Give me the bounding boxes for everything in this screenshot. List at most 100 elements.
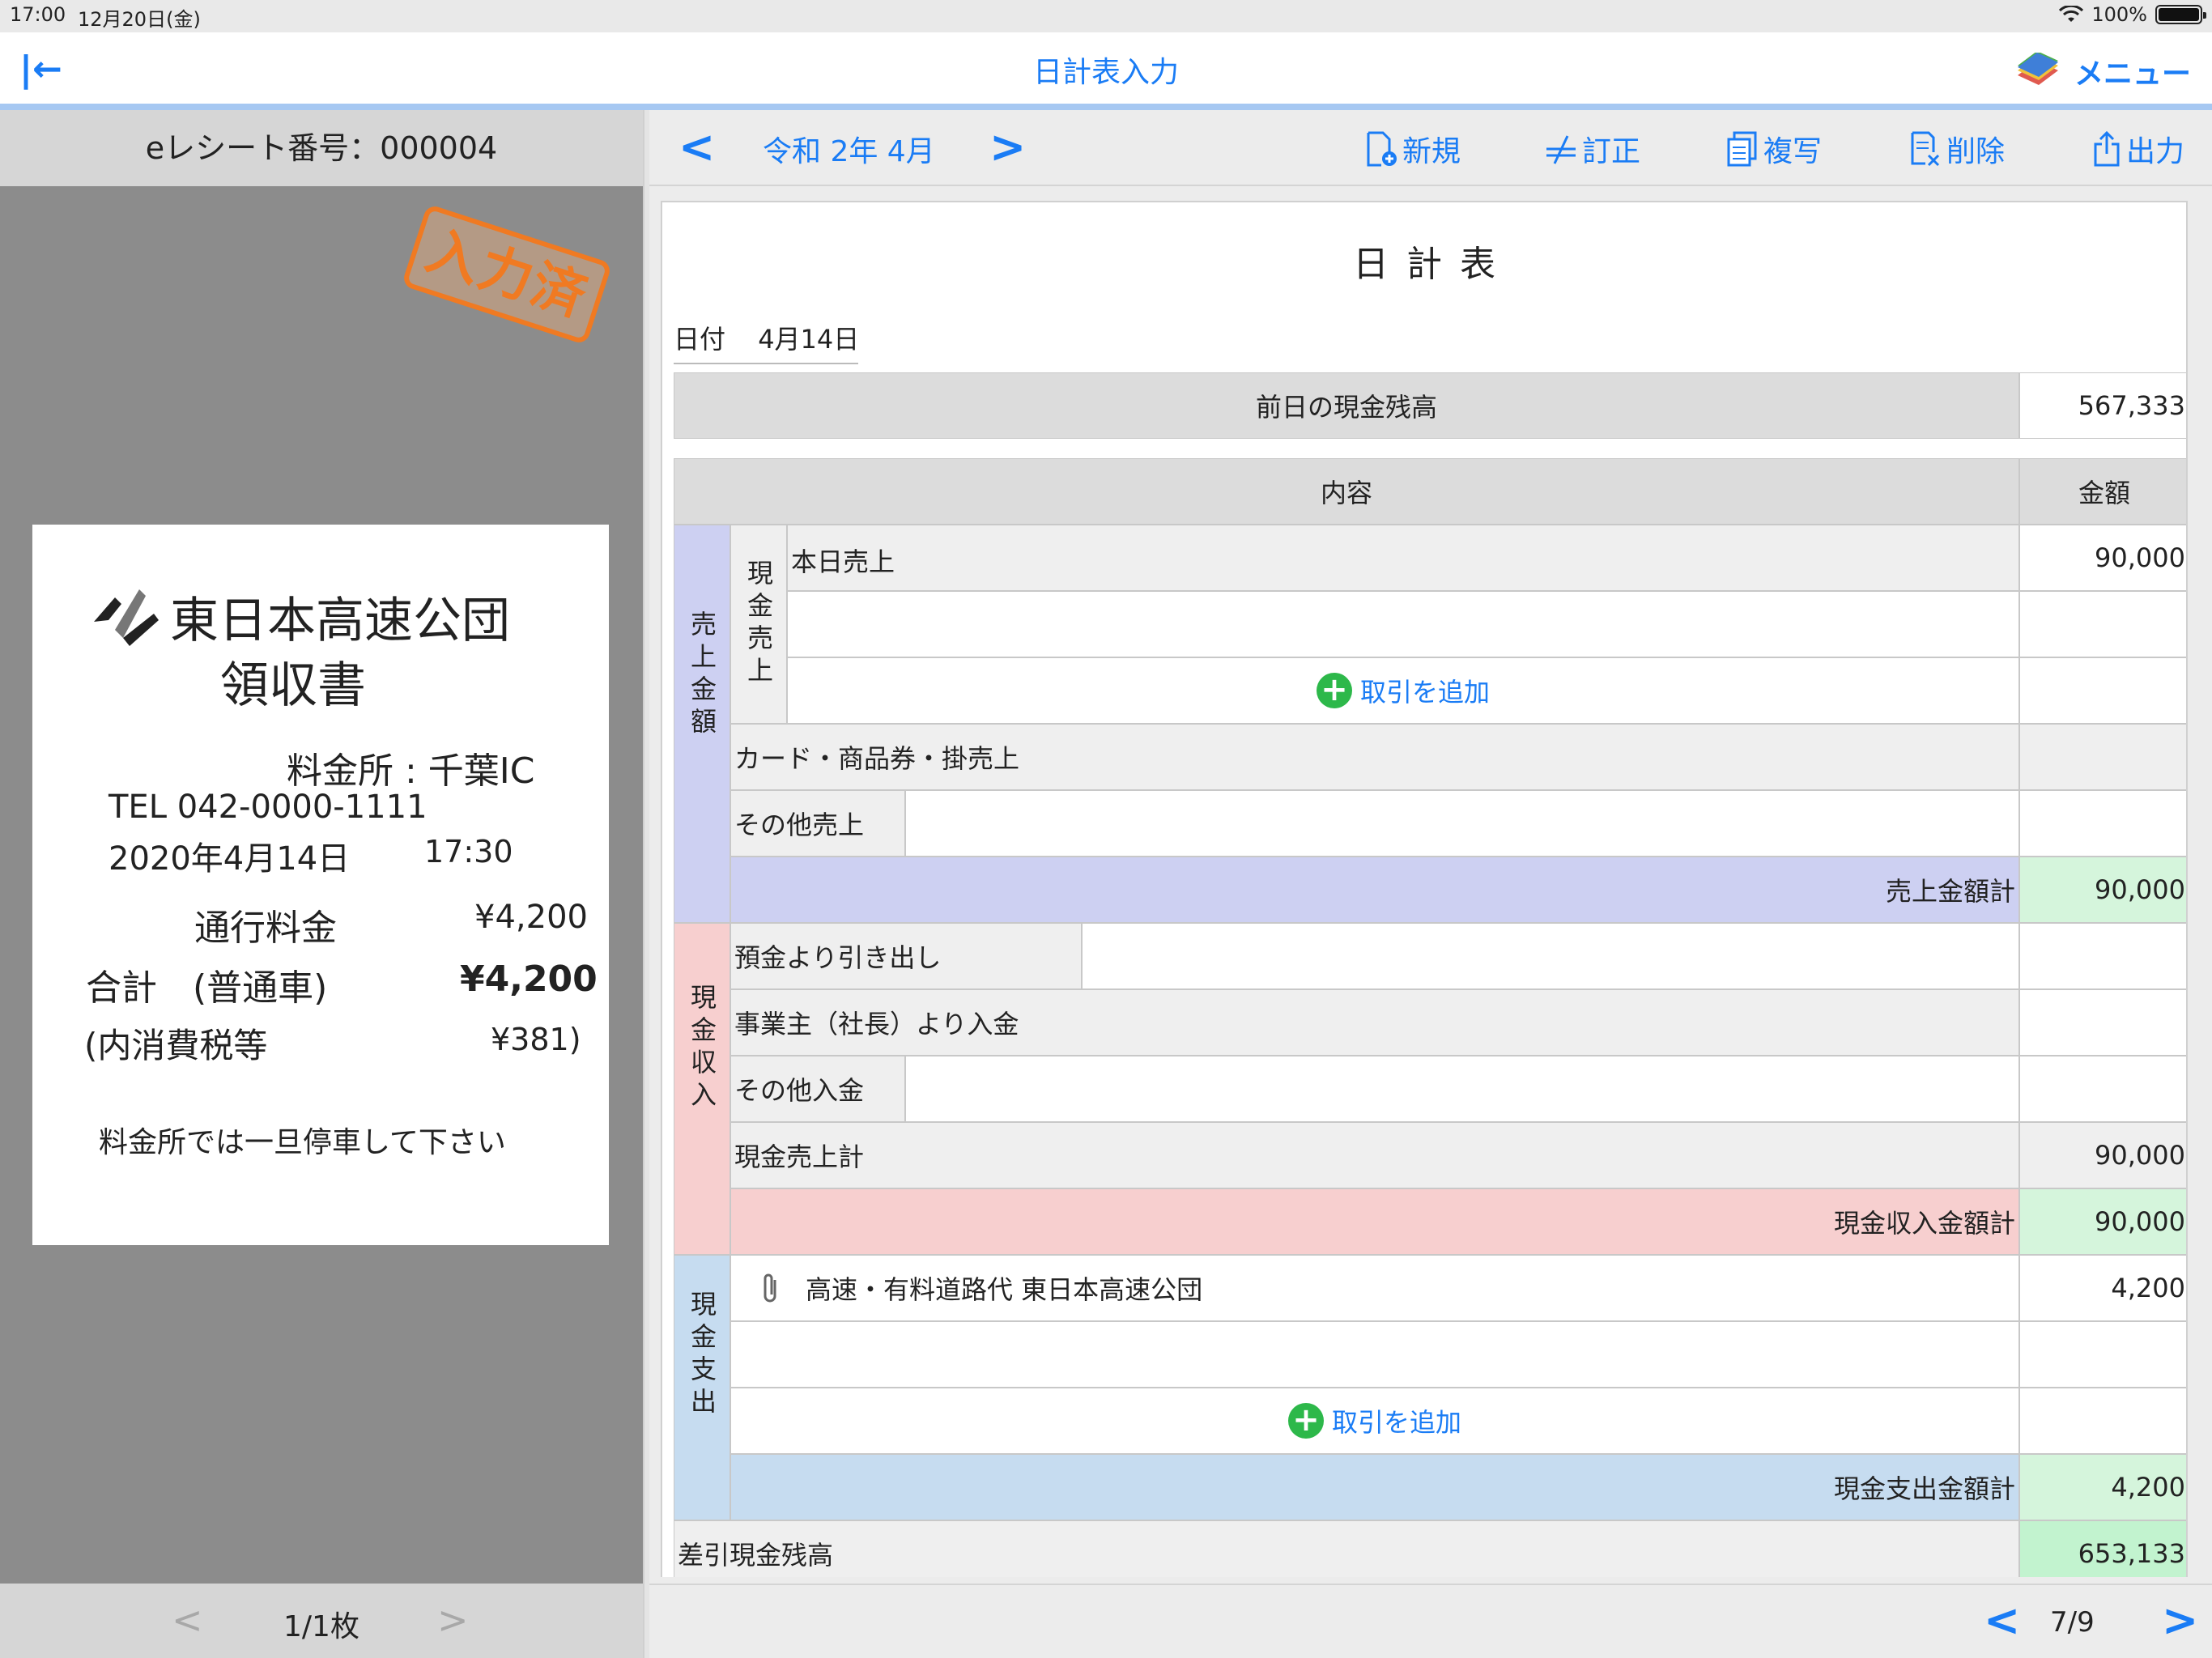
add-expense-transaction-button[interactable]: + 取引を追加	[730, 1388, 2019, 1454]
receipt-time: 17:30	[424, 834, 513, 869]
add-sales-transaction-label: 取引を追加	[1359, 677, 1490, 708]
owner-deposit-label[interactable]: 事業主（社長）より入金	[730, 989, 2019, 1056]
card-sales-label[interactable]: カード・商品券・掛売上	[730, 724, 2019, 790]
daily-sheet: 日 計 表 日付 4月14日 前日の現金残高 567,333 内容 金額 売上金…	[661, 201, 2188, 1577]
receipt-company: 東日本高速公団	[170, 593, 510, 649]
menu-button[interactable]: メニュー	[2014, 50, 2191, 92]
expense-item-row[interactable]: 高速・有料道路代 東日本高速公団	[730, 1255, 2019, 1321]
balance-value: 653,133	[2019, 1520, 2186, 1577]
export-button[interactable]: 出力	[2092, 128, 2184, 170]
receipt-next-button[interactable]: >	[437, 1598, 469, 1642]
other-income-label: その他入金	[730, 1056, 905, 1122]
copy-button[interactable]: 複写	[1726, 128, 1822, 170]
sheet-next-button[interactable]: >	[2162, 1595, 2198, 1646]
sales-total-value: 90,000	[2019, 857, 2186, 923]
delete-document-icon	[1911, 131, 1940, 167]
other-sales-value[interactable]	[2019, 790, 2186, 857]
copy-label: 複写	[1763, 135, 1823, 168]
edit-button[interactable]: 訂正	[1545, 128, 1640, 170]
withdraw-input[interactable]	[1082, 923, 2019, 989]
today-sales-label[interactable]: 本日売上	[787, 525, 2019, 591]
receipt-date: 2020年4月14日	[108, 840, 351, 878]
receipt-tax-label: (内消費税等	[84, 1026, 268, 1065]
status-date: 12月20日(金)	[78, 8, 201, 31]
other-sales-input[interactable]	[905, 790, 2019, 857]
page-title: 日計表入力	[1032, 56, 1179, 89]
delete-label: 削除	[1946, 135, 2006, 168]
books-icon	[2017, 53, 2058, 85]
other-income-value[interactable]	[2019, 1056, 2186, 1122]
cash-income-total-value: 90,000	[2019, 1188, 2186, 1255]
receipt-tel: TEL 042-0000-1111	[108, 789, 428, 826]
today-sales-value[interactable]: 90,000	[2019, 525, 2186, 591]
date-label: 日付	[674, 324, 726, 355]
receipt-title: 領収書	[220, 657, 366, 714]
add-expense-amount-empty	[2019, 1388, 2186, 1454]
card-sales-value[interactable]	[2019, 724, 2186, 790]
cash-expense-group-text: 現金支出	[687, 1290, 717, 1420]
sheet-pager: < 7/9 >	[649, 1584, 2212, 1658]
withdraw-value[interactable]	[2019, 923, 2186, 989]
receipt-total-value: ¥4,200	[460, 959, 598, 1000]
sheet-prev-button[interactable]: <	[1984, 1595, 2020, 1646]
receipt-number: eレシート番号：000004	[0, 110, 643, 186]
new-label: 新規	[1402, 135, 1461, 168]
other-sales-label: その他売上	[730, 790, 905, 857]
new-document-icon	[1367, 131, 1397, 167]
add-circle-icon: +	[1316, 673, 1352, 708]
receipt-pager: < 1/1枚 >	[0, 1584, 643, 1658]
new-button[interactable]: 新規	[1365, 128, 1461, 170]
edit-label: 訂正	[1582, 135, 1641, 168]
sales-group-label: 売上金額	[674, 525, 730, 923]
cash-income-group-label: 現金収入	[674, 923, 730, 1255]
battery-percent: 100%	[2091, 3, 2147, 26]
expense-empty-row[interactable]	[730, 1321, 2019, 1388]
period-label[interactable]: 令和 2年 4月	[763, 128, 935, 170]
cash-sales-empty-amount[interactable]	[2019, 591, 2186, 657]
date-field[interactable]: 日付 4月14日	[674, 319, 860, 364]
battery-icon	[2155, 5, 2206, 24]
split-divider[interactable]	[643, 110, 649, 1658]
cash-sales-total-label: 現金売上計	[730, 1122, 2019, 1188]
receipt-total-label: 合計 (普通車)	[86, 967, 328, 1009]
cash-expense-group-label: 現金支出	[674, 1255, 730, 1520]
receipt-image[interactable]: 東日本高速公団 領収書 料金所 : 千葉IC TEL 042-0000-1111…	[32, 525, 609, 1245]
entered-stamp: 入力済	[401, 203, 613, 346]
wifi-icon	[2059, 6, 2084, 22]
copy-icon	[1727, 131, 1757, 167]
month-next-button[interactable]: >	[989, 121, 1026, 172]
other-income-input[interactable]	[905, 1056, 2019, 1122]
cash-sales-total-value: 90,000	[2019, 1122, 2186, 1188]
add-circle-icon: +	[1287, 1403, 1324, 1439]
sales-total-label: 売上金額計	[730, 857, 2019, 923]
prev-balance-value[interactable]: 567,333	[2019, 372, 2186, 439]
add-sales-transaction-button[interactable]: + 取引を追加	[787, 657, 2019, 724]
owner-deposit-value[interactable]	[2019, 989, 2186, 1056]
nav-divider	[0, 104, 2212, 110]
balance-label: 差引現金残高	[674, 1520, 2019, 1577]
withdraw-label: 預金より引き出し	[730, 923, 1082, 989]
correction-icon	[1546, 135, 1576, 164]
date-value: 4月14日	[758, 324, 860, 355]
receipt-fee-label: 通行料金	[194, 908, 337, 949]
receipt-notice: 料金所では一旦停車して下さい	[99, 1126, 506, 1159]
receipt-tax-value: ¥381)	[491, 1022, 581, 1057]
export-label: 出力	[2126, 135, 2185, 168]
status-bar: 17:00 12月20日(金) 100%	[0, 0, 2212, 32]
expense-item-label: 高速・有料道路代 東日本高速公団	[806, 1274, 1203, 1305]
receipt-page-count: 1/1枚	[283, 1610, 359, 1643]
expense-item-value[interactable]: 4,200	[2019, 1255, 2186, 1321]
receipt-toll-booth: 料金所 : 千葉IC	[287, 750, 535, 792]
cash-sales-group-text: 現金売上	[743, 559, 774, 689]
month-prev-button[interactable]: <	[678, 121, 715, 172]
expense-total-value: 4,200	[2019, 1454, 2186, 1520]
sales-group-text: 売上金額	[687, 610, 717, 740]
status-time: 17:00	[10, 3, 66, 26]
share-icon	[2094, 131, 2120, 167]
receipt-fee-value: ¥4,200	[474, 899, 588, 936]
delete-button[interactable]: 削除	[1909, 128, 2005, 170]
cash-sales-empty-row[interactable]	[787, 591, 2019, 657]
add-expense-transaction-label: 取引を追加	[1331, 1407, 1461, 1438]
expense-empty-amount[interactable]	[2019, 1321, 2186, 1388]
daily-sheet-area: < 令和 2年 4月 > 新規 訂正 複写 削除 出力 日 計 表 日付 4月1…	[649, 110, 2212, 1658]
